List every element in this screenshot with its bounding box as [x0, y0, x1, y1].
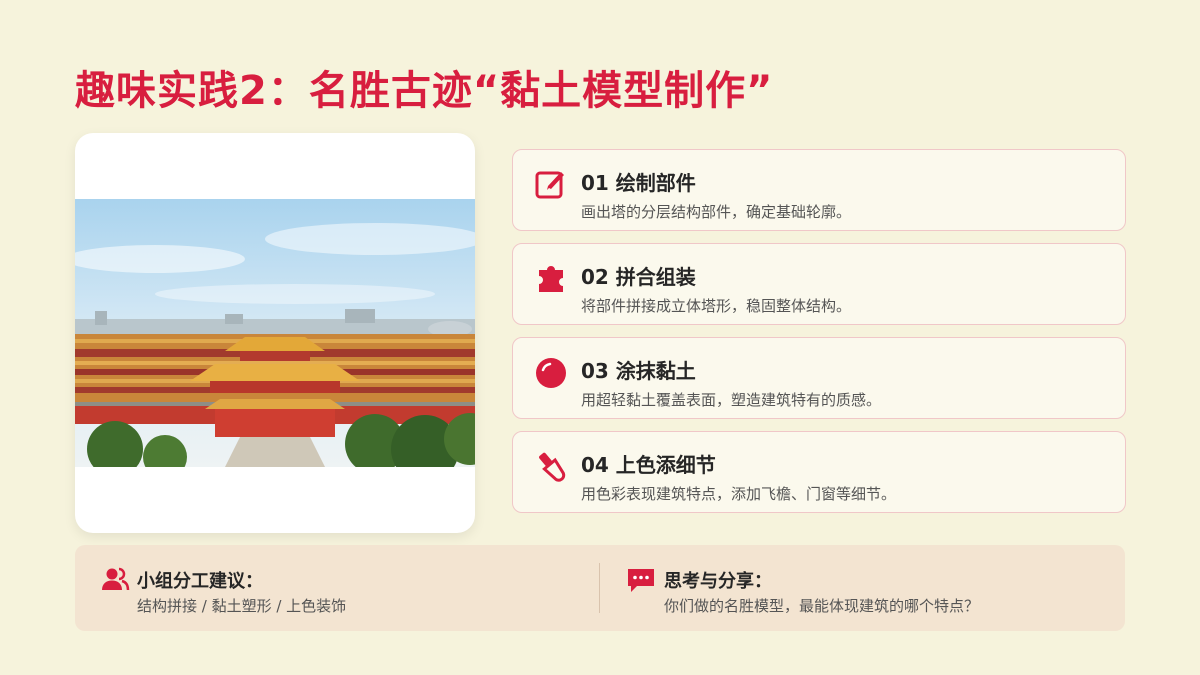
paintbrush-icon: [533, 448, 569, 484]
step-title: 02 拼合组装: [581, 265, 696, 289]
edit-icon: [533, 166, 569, 202]
step-title: 01 绘制部件: [581, 171, 696, 195]
steps-list: 01 绘制部件 画出塔的分层结构部件，确定基础轮廓。 02 拼合组装 将部件拼接…: [512, 149, 1126, 513]
puzzle-icon: [533, 260, 569, 296]
step-card-4: 04 上色添细节 用色彩表现建筑特点，添加飞檐、门窗等细节。: [512, 431, 1126, 513]
step-card-2: 02 拼合组装 将部件拼接成立体塔形，稳固整体结构。: [512, 243, 1126, 325]
step-description: 画出塔的分层结构部件，确定基础轮廓。: [581, 203, 852, 221]
users-icon: [100, 565, 130, 595]
footer-left-desc: 结构拼接 / 黏土塑形 / 上色装饰: [137, 597, 347, 615]
page-title: 趣味实践2：名胜古迹“黏土模型制作”: [75, 68, 774, 114]
forbidden-city-photo: [75, 199, 475, 467]
step-description: 用超轻黏土覆盖表面，塑造建筑特有的质感。: [581, 391, 882, 409]
step-card-1: 01 绘制部件 画出塔的分层结构部件，确定基础轮廓。: [512, 149, 1126, 231]
footer-right-title: 思考与分享：: [664, 571, 772, 592]
photo-card: [75, 133, 475, 533]
step-description: 用色彩表现建筑特点，添加飞檐、门窗等细节。: [581, 485, 897, 503]
step-title: 04 上色添细节: [581, 453, 716, 477]
step-description: 将部件拼接成立体塔形，稳固整体结构。: [581, 297, 852, 315]
circle-icon: [533, 354, 569, 390]
chat-bubble-icon: [626, 565, 656, 595]
footer-left-title: 小组分工建议：: [137, 571, 263, 592]
footer-divider: [599, 563, 600, 613]
footer-panel: 小组分工建议： 结构拼接 / 黏土塑形 / 上色装饰 思考与分享： 你们做的名胜…: [75, 545, 1125, 631]
footer-right-desc: 你们做的名胜模型，最能体现建筑的哪个特点？: [664, 597, 980, 615]
step-card-3: 03 涂抹黏土 用超轻黏土覆盖表面，塑造建筑特有的质感。: [512, 337, 1126, 419]
step-title: 03 涂抹黏土: [581, 359, 696, 383]
